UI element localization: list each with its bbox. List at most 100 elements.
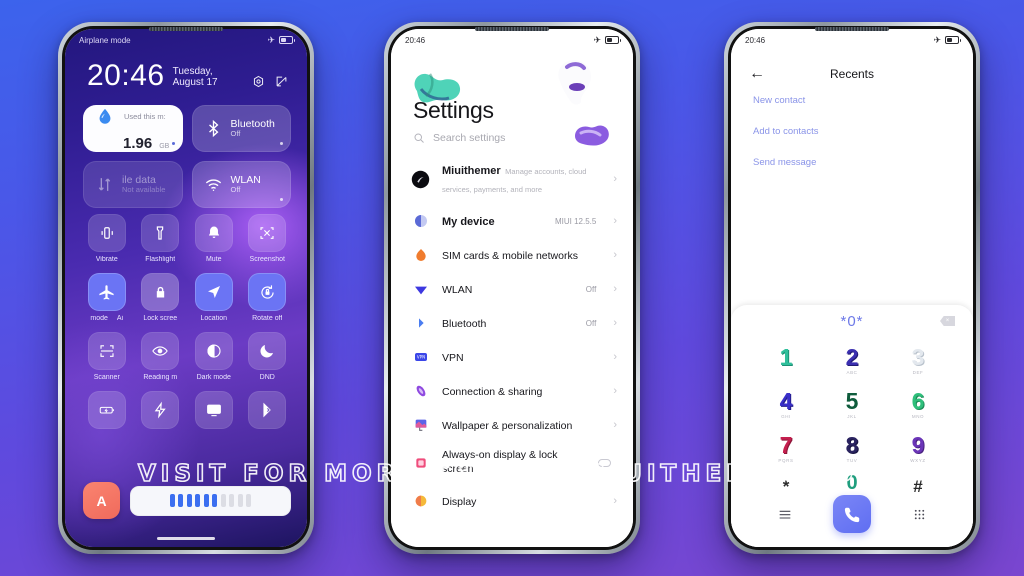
row-value: Off: [585, 318, 597, 328]
tile-mobile-data[interactable]: ile data Not available: [83, 161, 183, 208]
qs-label: Vibrate: [95, 256, 118, 263]
toggle-switch[interactable]: [598, 459, 611, 467]
dialpad-key-3[interactable]: 3 DEF: [885, 339, 951, 383]
action-new-contact[interactable]: New contact: [753, 95, 955, 106]
settings-row-bluetooth[interactable]: Bluetooth Off ›: [391, 306, 633, 340]
qs-tile-mute[interactable]: Mute: [190, 214, 238, 263]
slider-segment: [237, 494, 243, 507]
row-value: Off: [585, 284, 597, 294]
moon-icon: [248, 332, 287, 370]
row-label: WLAN: [442, 284, 473, 296]
home-indicator[interactable]: [157, 537, 215, 540]
key-digit: 1: [779, 344, 793, 370]
dialpad-key-2[interactable]: 2 ABC: [819, 339, 885, 383]
qs-tile-lock-screen[interactable]: Lock scree: [137, 273, 185, 322]
entered-number: *0*: [840, 312, 864, 330]
qs-tile-reading-mode[interactable]: Reading m: [137, 332, 185, 381]
dialpad-key-1[interactable]: 1: [753, 339, 819, 383]
settings-row-display[interactable]: Display ›: [391, 484, 633, 518]
settings-row-wallpaper[interactable]: Wallpaper & personalization ›: [391, 408, 633, 442]
phone-device-dialer: 20:46 ✈ ← Recents New contact Add to con…: [724, 22, 980, 554]
settings-row-wlan[interactable]: WLAN Off ›: [391, 272, 633, 306]
settings-row-vpn[interactable]: VPN VPN ›: [391, 340, 633, 374]
qs-tile-screenshot[interactable]: Screenshot: [244, 214, 292, 263]
qs-label: Lock scree: [143, 315, 178, 322]
search-placeholder: Search settings: [433, 132, 506, 144]
brightness-slider[interactable]: [130, 485, 291, 516]
qs-tile-airplane-mode[interactable]: mode Ai: [83, 273, 131, 322]
qs-tile-second-space[interactable]: [244, 391, 292, 433]
key-letters: GHI: [781, 414, 791, 419]
qs-tile-flashlight[interactable]: Flashlight: [137, 214, 185, 263]
phone-call-icon[interactable]: [833, 495, 872, 533]
keypad-grid-icon[interactable]: [912, 507, 927, 522]
clock-time: 20:46: [87, 59, 165, 92]
qs-tile-dnd[interactable]: DND: [244, 332, 292, 381]
key-digit: 2: [845, 344, 859, 370]
back-arrow-icon[interactable]: ←: [749, 66, 765, 82]
second-space-icon: [248, 391, 287, 429]
qs-tile-lightning[interactable]: [137, 391, 185, 433]
settings-row-connection-sharing[interactable]: Connection & sharing ›: [391, 374, 633, 408]
control-center-panel: Airplane mode ✈ 20:46 Tuesday, August 17: [65, 29, 307, 547]
dialpad-key-4[interactable]: 4 GHI: [753, 383, 819, 427]
chevron-right-icon: ›: [613, 418, 617, 431]
chevron-right-icon: ›: [613, 248, 617, 261]
slider-segment: [169, 494, 175, 507]
phone-device-settings: 20:46 ✈ Settings Search settings Miuithe…: [384, 22, 640, 554]
tile-mobile-data-sub: Not available: [122, 185, 166, 195]
status-icons: ✈: [933, 34, 961, 45]
settings-gear-icon[interactable]: [251, 74, 266, 89]
settings-row-account[interactable]: Miuithemer Manage accounts, cloud servic…: [391, 154, 633, 204]
wifi-icon: [204, 175, 223, 194]
tile-bluetooth[interactable]: Bluetooth Off: [191, 105, 291, 152]
dialpad-key-5[interactable]: 5 JKL: [819, 383, 885, 427]
qs-tile-rotate-off[interactable]: Rotate off: [244, 273, 292, 322]
key-digit: 0: [846, 471, 858, 494]
slider-segment: [195, 494, 201, 507]
qs-label-group: mode Ai: [90, 315, 123, 322]
qs-tile-scanner[interactable]: Scanner: [83, 332, 131, 381]
airplane-icon: ✈: [933, 34, 941, 45]
recents-actions: New contact Add to contacts Send message: [753, 95, 955, 188]
auto-brightness-button[interactable]: A: [83, 482, 120, 519]
qs-tile-battery-saver[interactable]: [83, 391, 131, 433]
search-icon: [414, 133, 424, 143]
slider-segment: [186, 494, 192, 507]
search-input[interactable]: Search settings: [413, 132, 505, 144]
dialpad-key-6[interactable]: 6 MNO: [885, 383, 951, 427]
menu-icon[interactable]: [777, 506, 793, 522]
qs-label: DND: [259, 374, 275, 381]
key-digit: 3: [911, 344, 925, 370]
settings-row-sim-cards[interactable]: SIM cards & mobile networks ›: [391, 238, 633, 272]
qs-tile-dark-mode[interactable]: Dark mode: [190, 332, 238, 381]
key-letters: WXYZ: [910, 458, 926, 463]
settings-row-my-device[interactable]: My device MIUI 12.5.5 ›: [391, 204, 633, 238]
dialpad-key-7[interactable]: 7 PQRS: [753, 427, 819, 471]
action-add-to-contacts[interactable]: Add to contacts: [753, 126, 955, 137]
bluetooth-icon: [411, 314, 430, 333]
dialpad-keys: 1 2 ABC 3 DEF 4 GHI 5 JKL 6 MNO 7 PQRS 8…: [731, 337, 973, 501]
status-airplane-label: Airplane mode: [79, 35, 131, 45]
settings-row-always-on-display[interactable]: Always-on display & lock screen: [391, 442, 633, 484]
chevron-right-icon: ›: [613, 316, 617, 329]
dialpad-key-8[interactable]: 8 TUV: [819, 427, 885, 471]
qs-tile-vibrate[interactable]: Vibrate: [83, 214, 131, 263]
display-icon: [411, 492, 430, 511]
qs-tile-cast-screen[interactable]: [190, 391, 238, 433]
qs-tile-location[interactable]: Location: [190, 273, 238, 322]
dialpad-key-9[interactable]: 9 WXYZ: [885, 427, 951, 471]
backspace-icon[interactable]: ×: [940, 316, 955, 326]
tile-wlan[interactable]: WLAN Off: [191, 161, 291, 208]
recents-header: ← Recents: [731, 59, 973, 89]
tile-data-usage[interactable]: Used this m: 1.96 GB: [83, 105, 183, 152]
action-send-message[interactable]: Send message: [753, 157, 955, 168]
tile-indicator-dot: [280, 198, 283, 201]
qs-label: Dark mode: [196, 374, 231, 381]
chevron-right-icon: ›: [613, 282, 617, 295]
status-icons: ✈: [593, 35, 621, 45]
earpiece-speaker-icon: [815, 27, 889, 31]
edit-icon[interactable]: [274, 74, 289, 89]
status-time: 20:46: [405, 35, 426, 45]
row-label: SIM cards & mobile networks: [442, 250, 578, 262]
